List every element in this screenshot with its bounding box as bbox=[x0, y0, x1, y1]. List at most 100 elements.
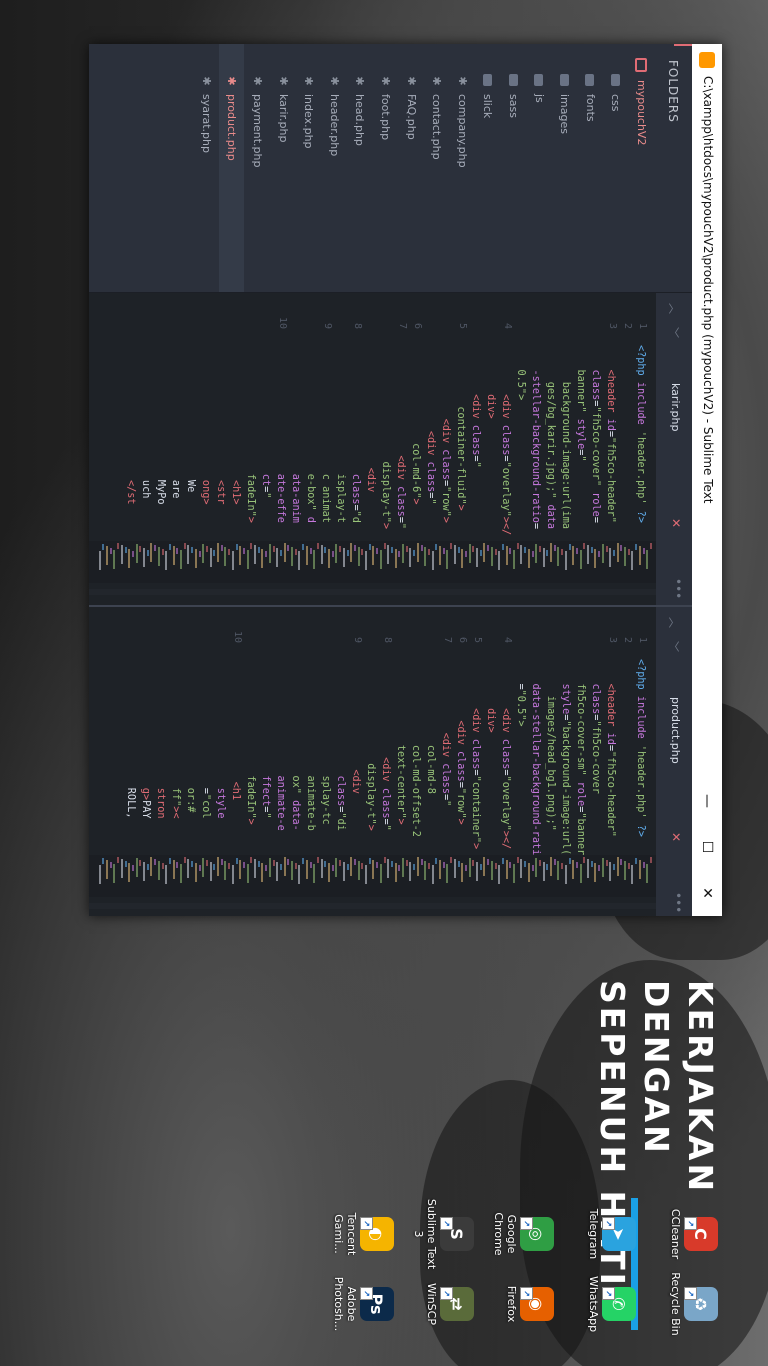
desktop-icon-tencent-gaming[interactable]: ◐ ↗ Tencent Gami... bbox=[326, 1198, 398, 1270]
minimap-line bbox=[498, 865, 501, 884]
minimap-line bbox=[587, 545, 590, 564]
sidebar-folder-js[interactable]: js bbox=[526, 44, 552, 292]
minimap-line bbox=[579, 864, 582, 883]
minimap-line bbox=[579, 550, 582, 569]
sidebar-root-folder[interactable]: mypouchV2 bbox=[628, 44, 654, 292]
minimap-line bbox=[228, 549, 231, 555]
editor-pane-product[interactable]: ︿ ﹀ product.php ✕ ••• 1 2 3 4 5 6 7 8 9 10 <?php … bbox=[89, 605, 692, 916]
sidebar-item-label: mypouchV2 bbox=[635, 80, 648, 146]
minimap-line bbox=[472, 546, 475, 552]
desktop-icon-google-chrome[interactable]: ◎ ↗ Google Chrome bbox=[486, 1198, 558, 1270]
minimap[interactable] bbox=[89, 541, 656, 583]
minimap-line bbox=[298, 551, 301, 570]
sidebar-folder-css[interactable]: css bbox=[603, 44, 629, 292]
minimap-line bbox=[387, 859, 390, 878]
chevron-down-icon[interactable]: ﹀ bbox=[666, 641, 682, 652]
title-bar[interactable]: C:\xampp\htdocs\mypouchV2\product.php (m… bbox=[692, 44, 722, 916]
more-icon[interactable]: ••• bbox=[671, 892, 685, 913]
desktop-icon-telegram[interactable]: ➤ ↗ Telegram bbox=[568, 1198, 640, 1270]
minimap-line bbox=[139, 860, 142, 866]
minimize-button[interactable]: — bbox=[692, 778, 722, 824]
minimap-line bbox=[354, 859, 356, 865]
desktop-icon-firefox[interactable]: ◉ ↗ Firefox bbox=[486, 1268, 558, 1340]
sidebar-file-index-php[interactable]: ✱ index.php bbox=[296, 44, 322, 292]
line-number: 8 bbox=[352, 322, 363, 329]
minimap-line bbox=[335, 544, 338, 563]
desktop-icon-sublime-text[interactable]: S ↗ Sublime Text 3 bbox=[406, 1198, 478, 1270]
minimap-line bbox=[113, 550, 116, 569]
line-number: 7 bbox=[442, 636, 453, 643]
sidebar-file-payment-php[interactable]: ✱ payment.php bbox=[245, 44, 271, 292]
minimap-line bbox=[431, 865, 434, 884]
desktop-icon-ccleaner[interactable]: C ↗ CCleaner bbox=[650, 1198, 722, 1270]
minimap-line bbox=[524, 861, 527, 867]
sidebar-file-head-php[interactable]: ✱ head.php bbox=[347, 44, 373, 292]
minimap-line bbox=[435, 858, 438, 864]
sidebar-file-contact-php[interactable]: ✱ contact.php bbox=[424, 44, 450, 292]
line-number: 6 bbox=[412, 322, 423, 329]
file-icon: ✱ bbox=[455, 76, 469, 86]
desktop-icon-recycle-bin[interactable]: ♻ ↗ Recycle Bin bbox=[650, 1268, 722, 1340]
minimap-line bbox=[601, 858, 604, 877]
minimap-line bbox=[98, 865, 101, 884]
minimap-line bbox=[624, 547, 627, 566]
minimap-line bbox=[261, 549, 264, 568]
desktop-icon-winscp[interactable]: ⇄ ↗ WinSCP bbox=[406, 1268, 478, 1340]
tab-karir[interactable]: karir.php bbox=[669, 383, 682, 431]
minimap-line bbox=[601, 544, 604, 563]
sidebar-file-syarat-php[interactable]: ✱ syarat.php bbox=[193, 44, 219, 292]
minimap-line bbox=[368, 544, 371, 550]
tab-close-icon[interactable]: ✕ bbox=[669, 832, 683, 842]
sidebar-folder-fonts[interactable]: fonts bbox=[577, 44, 603, 292]
vertical-scrollbar[interactable] bbox=[89, 589, 656, 595]
sidebar-folder-images[interactable]: images bbox=[552, 44, 578, 292]
close-button[interactable]: ✕ bbox=[692, 870, 722, 916]
chevron-up-icon[interactable]: ︿ bbox=[666, 303, 682, 314]
minimap-line bbox=[365, 551, 368, 570]
minimap-line bbox=[117, 543, 120, 549]
winscp-icon: ⇄ ↗ bbox=[440, 1287, 474, 1321]
desktop-icon-photoshop[interactable]: Ps ↗ Adobe Photosh... bbox=[326, 1268, 398, 1340]
minimap-line bbox=[128, 863, 131, 882]
editor-pane-karir[interactable]: ︿ ﹀ karir.php ✕ ••• 1 2 3 4 5 6 7 8 9 10 <?php in… bbox=[89, 293, 692, 605]
desktop-icon-whatsapp[interactable]: ✆ ↗ WhatsApp bbox=[568, 1268, 640, 1340]
minimap-line bbox=[598, 551, 601, 557]
minimap-line bbox=[287, 545, 290, 551]
vertical-scrollbar[interactable] bbox=[89, 903, 656, 909]
minimap[interactable] bbox=[89, 855, 656, 897]
sidebar-item-label: FAQ.php bbox=[404, 94, 418, 140]
sidebar-file-header-php[interactable]: ✱ header.php bbox=[321, 44, 347, 292]
sidebar-file-karir-php[interactable]: ✱ karir.php bbox=[270, 44, 296, 292]
file-icon: ✱ bbox=[276, 76, 290, 86]
minimap-line bbox=[428, 549, 430, 555]
minimap-line bbox=[291, 861, 294, 880]
minimap-line bbox=[157, 861, 160, 880]
minimap-line bbox=[339, 860, 342, 866]
sidebar-file-foot-php[interactable]: ✱ foot.php bbox=[372, 44, 398, 292]
minimap-line bbox=[398, 551, 401, 557]
minimap-line bbox=[169, 544, 171, 550]
minimap-line bbox=[287, 859, 290, 865]
more-icon[interactable]: ••• bbox=[671, 578, 685, 599]
file-icon: ✱ bbox=[199, 76, 213, 86]
sidebar-file-company-php[interactable]: ✱ company.php bbox=[449, 44, 475, 292]
maximize-button[interactable]: ☐ bbox=[692, 824, 722, 870]
folder-icon bbox=[559, 74, 569, 86]
sidebar-file-product-php[interactable]: ✱ product.php bbox=[218, 44, 245, 292]
chevron-up-icon[interactable]: ︿ bbox=[666, 617, 682, 628]
minimap-line bbox=[624, 861, 627, 880]
minimap-line bbox=[298, 865, 301, 884]
tab-close-icon[interactable]: ✕ bbox=[669, 518, 683, 528]
sidebar-folder-sass[interactable]: sass bbox=[500, 44, 526, 292]
minimap-line bbox=[305, 546, 308, 565]
tab-product[interactable]: product.php bbox=[669, 697, 682, 764]
minimap-line bbox=[479, 864, 482, 870]
minimap-line bbox=[465, 551, 467, 557]
desktop-icon-label: Google Chrome bbox=[492, 1212, 518, 1256]
line-number: 7 bbox=[397, 322, 408, 329]
minimap-line bbox=[564, 551, 567, 570]
sidebar-file-FAQ-php[interactable]: ✱ FAQ.php bbox=[398, 44, 424, 292]
minimap-line bbox=[357, 547, 360, 566]
sidebar-folder-slick[interactable]: slick bbox=[475, 44, 501, 292]
chevron-down-icon[interactable]: ﹀ bbox=[666, 327, 682, 338]
